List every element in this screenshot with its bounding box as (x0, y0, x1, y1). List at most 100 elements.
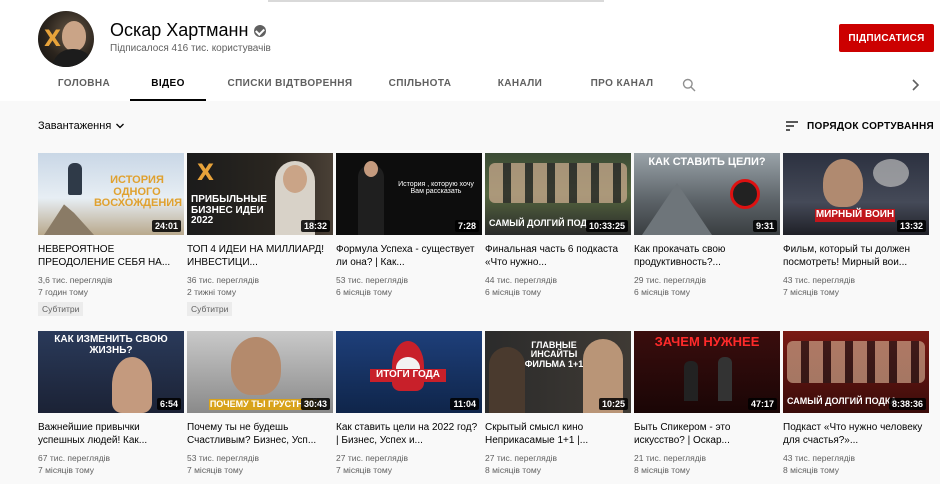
video-meta: 21 тис. переглядів 8 місяців тому (634, 452, 780, 476)
thumbnail-text: КАК ИЗМЕНИТЬ СВОЮ ЖИЗНЬ? (54, 334, 168, 356)
video-card[interactable]: САМЫЙ ДОЛГИЙ ПОД 10:33:25 Финальная част… (485, 153, 631, 298)
thumbnail-text: ИСТОРИЯ ОДНОГО ВОСХОЖДЕНИЯ (94, 174, 183, 210)
video-age: 8 місяців тому (485, 465, 542, 475)
thumbnail-text: КАК СТАВИТЬ ЦЕЛИ? (648, 156, 766, 168)
avatar-face (62, 21, 86, 51)
video-title[interactable]: Как ставить цели на 2022 год? | Бизнес, … (336, 421, 482, 447)
uploads-dropdown[interactable]: Завантаження (38, 120, 125, 132)
video-thumbnail[interactable]: САМЫЙ ДОЛГИЙ ПОДКА 8:38:36 (783, 331, 929, 413)
thumbnail-text: ИТОГИ ГОДА (370, 369, 446, 382)
video-thumbnail[interactable]: ГЛАВНЫЕ ИНСАЙТЫ ФИЛЬМА 1+1 10:25 (485, 331, 631, 413)
video-thumbnail[interactable]: КАК СТАВИТЬ ЦЕЛИ? 9:31 (634, 153, 780, 235)
thumbnail-text: САМЫЙ ДОЛГИЙ ПОД (489, 218, 587, 228)
chevron-down-icon (116, 123, 125, 129)
video-meta: 29 тис. переглядів 6 місяців тому (634, 274, 780, 298)
video-duration: 9:31 (752, 220, 777, 232)
video-duration: 30:43 (300, 398, 330, 410)
video-card[interactable]: ИСТОРИЯ ОДНОГО ВОСХОЖДЕНИЯ 24:01 НЕВЕРОЯ… (38, 153, 184, 317)
channel-tabs: ГОЛОВНА ВІДЕО СПИСКИ ВІДТВОРЕННЯ СПІЛЬНО… (38, 66, 662, 101)
video-thumbnail[interactable]: КАК ИЗМЕНИТЬ СВОЮ ЖИЗНЬ? 6:54 (38, 331, 184, 413)
video-title[interactable]: Фильм, который ты должен посмотреть! Мир… (783, 243, 929, 269)
subtitles-badge: Субтитри (187, 302, 233, 316)
search-icon[interactable] (682, 78, 696, 92)
tab-about[interactable]: ПРО КАНАЛ (582, 66, 662, 101)
video-meta: 27 тис. переглядів 8 місяців тому (485, 452, 631, 476)
video-title[interactable]: Подкаст «Что нужно человеку для счастья?… (783, 421, 929, 447)
tab-playlists[interactable]: СПИСКИ ВІДТВОРЕННЯ (216, 66, 364, 101)
thumbnail-text: История , которую хочу Вам рассказать (398, 181, 474, 196)
chevron-right-icon[interactable] (908, 78, 922, 92)
video-title[interactable]: Быть Спикером - это искусство? | Оскар..… (634, 421, 780, 447)
video-title[interactable]: Как прокачать свою продуктивность?... (634, 243, 780, 269)
thumbnail-text: ЗАЧЕМ НУЖНЕЕ (654, 334, 760, 349)
video-title[interactable]: НЕВЕРОЯТНОЕ ПРЕОДОЛЕНИЕ СЕБЯ НА... (38, 243, 184, 269)
video-meta: 27 тис. переглядів 7 місяців тому (336, 452, 482, 476)
video-title[interactable]: Формула Успеха - существует ли она? | Ка… (336, 243, 482, 269)
video-title[interactable]: Скрытый смысл кино Неприкасамые 1+1 |... (485, 421, 631, 447)
video-age: 8 місяців тому (634, 465, 691, 475)
video-thumbnail[interactable]: X ПРИБЫЛЬНЫЕ БИЗНЕС ИДЕИ 2022 18:32 (187, 153, 333, 235)
video-card[interactable]: ПОЧЕМУ ТЫ ГРУСТНЫЙ 30:43 Почему ты не бу… (187, 331, 333, 476)
video-views: 67 тис. переглядів (38, 453, 111, 463)
thumbnail-text: ГЛАВНЫЕ ИНСАЙТЫ ФИЛЬМА 1+1 (524, 340, 584, 369)
video-age: 2 тижні тому (187, 287, 237, 297)
video-card[interactable]: ИТОГИ ГОДА 11:04 Как ставить цели на 202… (336, 331, 482, 476)
video-duration: 10:33:25 (585, 220, 628, 232)
video-card[interactable]: ГЛАВНЫЕ ИНСАЙТЫ ФИЛЬМА 1+1 10:25 Скрытый… (485, 331, 631, 476)
video-views: 43 тис. переглядів (783, 453, 856, 463)
video-age: 6 місяців тому (485, 287, 542, 297)
video-duration: 6:54 (156, 398, 181, 410)
video-thumbnail[interactable]: ЗАЧЕМ НУЖНЕЕ 47:17 (634, 331, 780, 413)
video-card[interactable]: САМЫЙ ДОЛГИЙ ПОДКА 8:38:36 Подкаст «Что … (783, 331, 929, 476)
video-thumbnail[interactable]: ПОЧЕМУ ТЫ ГРУСТНЫЙ 30:43 (187, 331, 333, 413)
video-card[interactable]: История , которую хочу Вам рассказать 7:… (336, 153, 482, 298)
video-thumbnail[interactable]: ИТОГИ ГОДА 11:04 (336, 331, 482, 413)
top-strip (268, 0, 604, 2)
video-card[interactable]: МИРНЫЙ ВОИН 13:32 Фильм, который ты долж… (783, 153, 929, 298)
video-title[interactable]: Почему ты не будешь Счастливым? Бизнес, … (187, 421, 333, 447)
video-views: 43 тис. переглядів (783, 275, 856, 285)
sort-label: ПОРЯДОК СОРТУВАННЯ (807, 120, 934, 132)
video-title[interactable]: Финальная часть 6 подкаста «Что нужно... (485, 243, 631, 269)
thumbnail-text: ПРИБЫЛЬНЫЕ БИЗНЕС ИДЕИ 2022 (191, 194, 267, 226)
video-card[interactable]: X ПРИБЫЛЬНЫЕ БИЗНЕС ИДЕИ 2022 18:32 ТОП … (187, 153, 333, 317)
video-duration: 11:04 (450, 398, 479, 410)
video-views: 27 тис. переглядів (336, 453, 409, 463)
channel-header: X Оскар Хартманн Підписалося 416 тис. ко… (0, 0, 940, 101)
video-thumbnail[interactable]: История , которую хочу Вам рассказать 7:… (336, 153, 482, 235)
video-card[interactable]: КАК ИЗМЕНИТЬ СВОЮ ЖИЗНЬ? 6:54 Важнейшие … (38, 331, 184, 476)
video-age: 7 місяців тому (187, 465, 244, 475)
video-thumbnail[interactable]: МИРНЫЙ ВОИН 13:32 (783, 153, 929, 235)
channel-avatar[interactable]: X (38, 11, 94, 67)
subtitles-badge: Субтитри (38, 302, 84, 316)
video-age: 7 місяців тому (336, 465, 393, 475)
video-meta: 36 тис. переглядів 2 тижні тому (187, 274, 333, 298)
video-thumbnail[interactable]: ИСТОРИЯ ОДНОГО ВОСХОЖДЕНИЯ 24:01 (38, 153, 184, 235)
video-thumbnail[interactable]: САМЫЙ ДОЛГИЙ ПОД 10:33:25 (485, 153, 631, 235)
video-duration: 24:01 (151, 220, 181, 232)
logo-x-icon: X (197, 161, 214, 186)
logo-x-icon: X (44, 27, 61, 52)
sort-button[interactable]: ПОРЯДОК СОРТУВАННЯ (785, 120, 934, 132)
video-duration: 18:32 (300, 220, 330, 232)
subscribe-button[interactable]: ПІДПИСАТИСЯ (839, 24, 934, 52)
video-card[interactable]: ЗАЧЕМ НУЖНЕЕ 47:17 Быть Спикером - это и… (634, 331, 780, 476)
tab-community[interactable]: СПІЛЬНОТА (380, 66, 460, 101)
video-views: 53 тис. переглядів (187, 453, 260, 463)
thumbnail-text: МИРНЫЙ ВОИН (815, 209, 895, 222)
sort-icon (786, 121, 799, 131)
video-title[interactable]: ТОП 4 ИДЕИ НА МИЛЛИАРД! ИНВЕСТИЦИ... (187, 243, 333, 269)
tab-videos[interactable]: ВІДЕО (130, 66, 206, 101)
thumbnail-text: САМЫЙ ДОЛГИЙ ПОДКА (787, 396, 897, 406)
video-views: 27 тис. переглядів (485, 453, 558, 463)
tab-channels[interactable]: КАНАЛИ (484, 66, 556, 101)
video-views: 29 тис. переглядів (634, 275, 707, 285)
video-duration: 13:32 (896, 220, 926, 232)
tab-home[interactable]: ГОЛОВНА (38, 66, 130, 101)
verified-icon (254, 24, 267, 37)
video-title[interactable]: Важнейшие привычки успешных людей! Как..… (38, 421, 184, 447)
video-meta: 67 тис. переглядів 7 місяців тому (38, 452, 184, 476)
video-views: 3,6 тис. переглядів (38, 275, 113, 285)
video-card[interactable]: КАК СТАВИТЬ ЦЕЛИ? 9:31 Как прокачать сво… (634, 153, 780, 298)
video-duration: 7:28 (454, 220, 479, 232)
